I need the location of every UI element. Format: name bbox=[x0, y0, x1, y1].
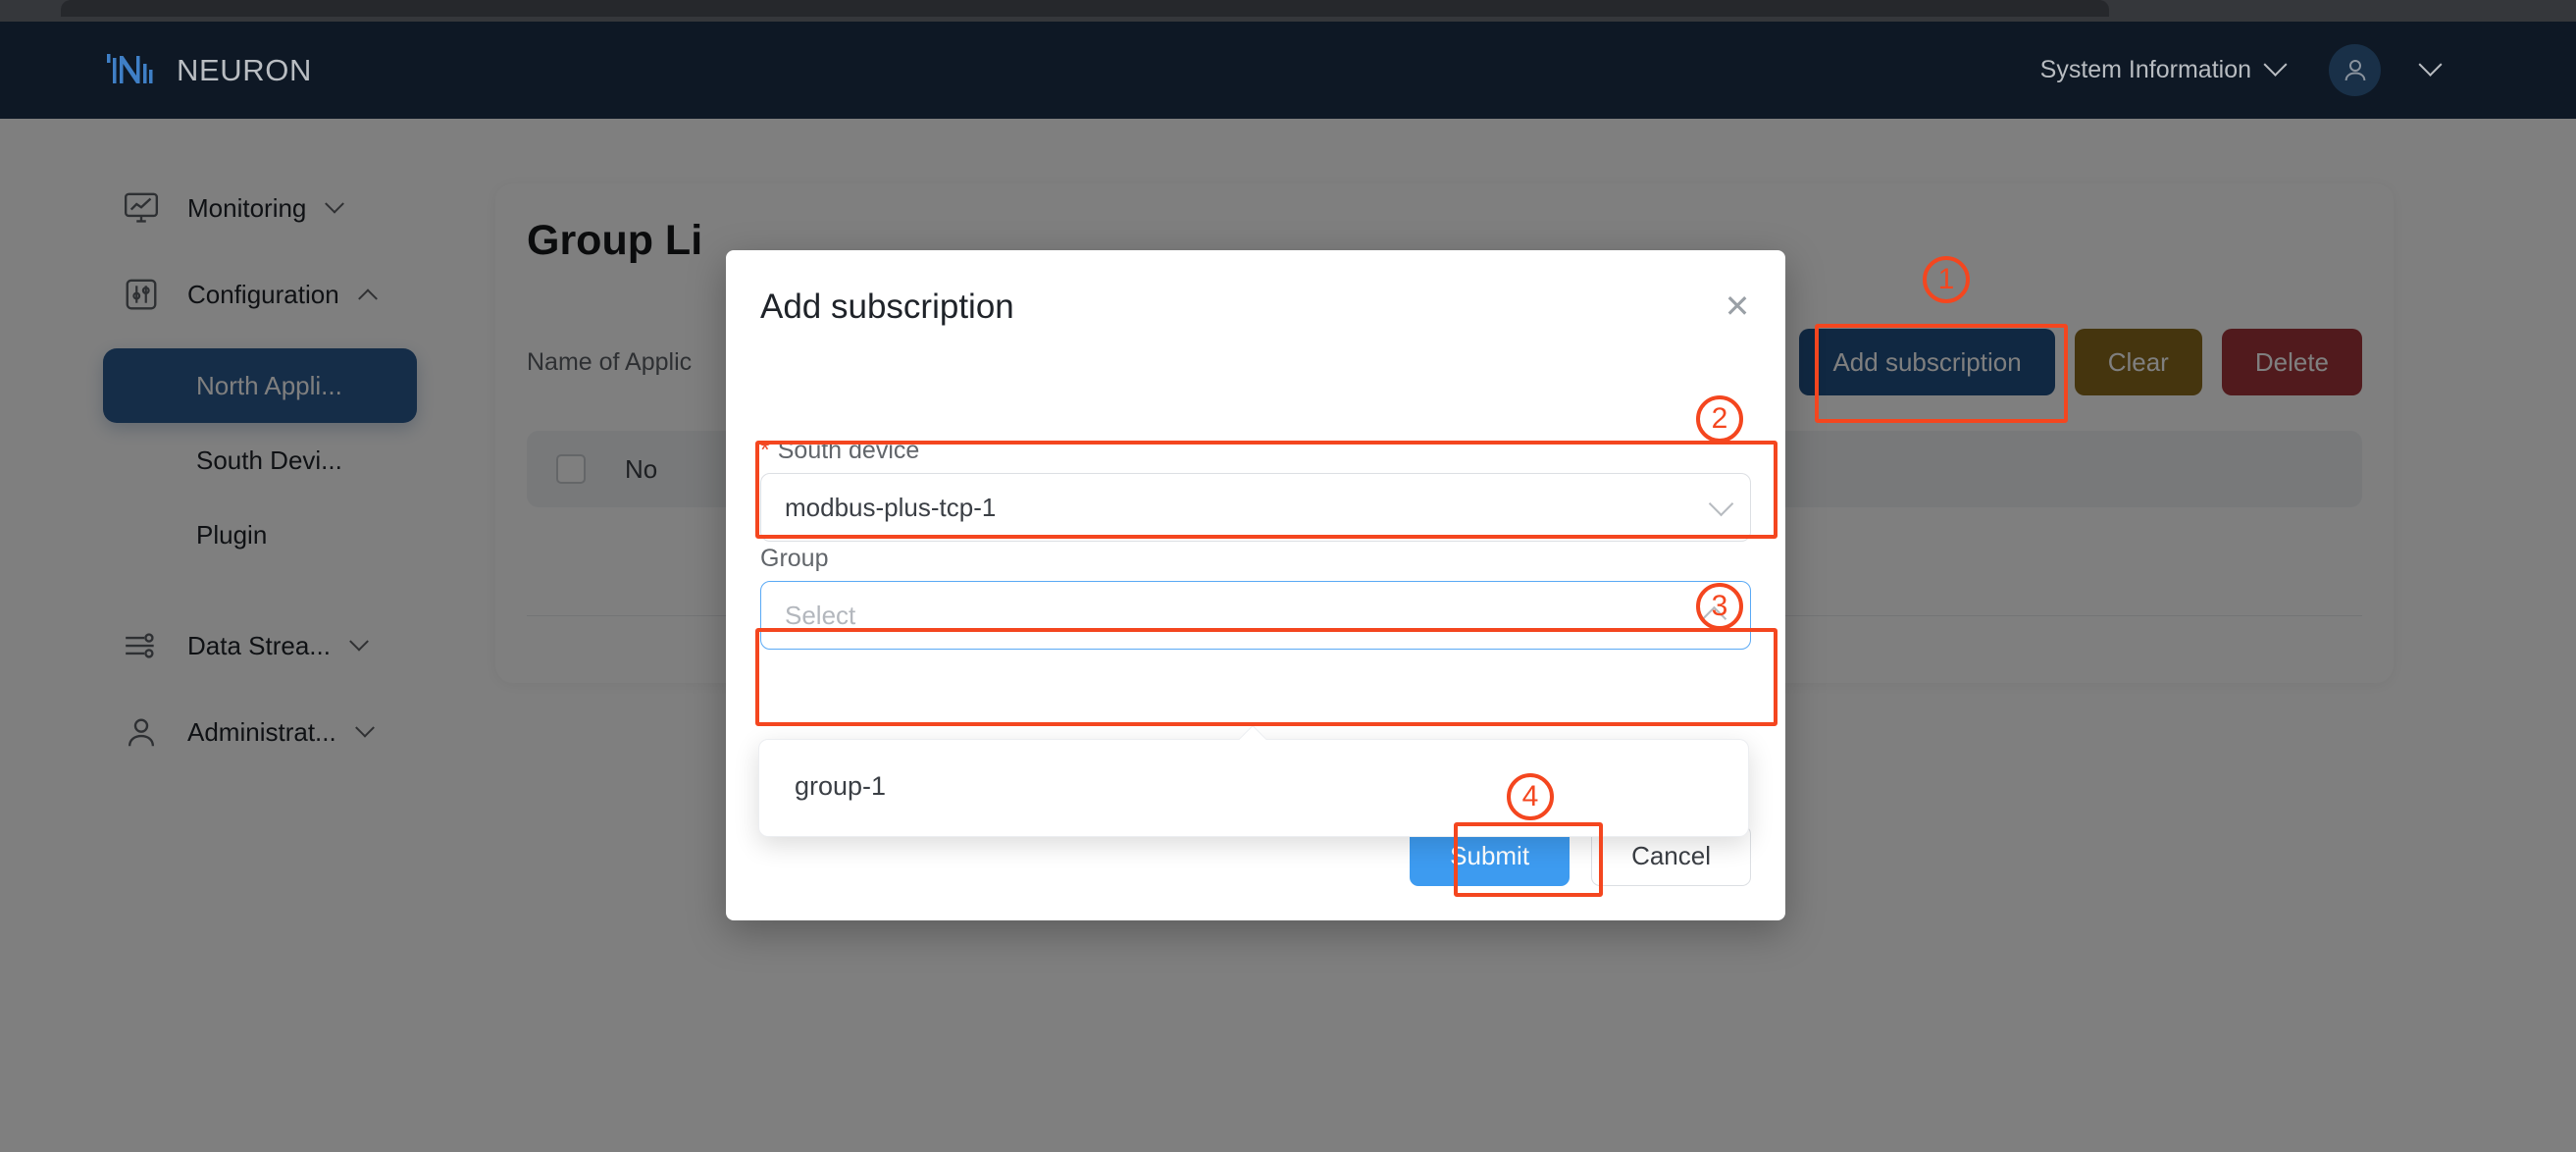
avatar[interactable] bbox=[2329, 44, 2381, 96]
app-header: NEURON System Information bbox=[0, 22, 2576, 119]
system-information-label: System Information bbox=[2039, 56, 2251, 83]
user-avatar-icon bbox=[2344, 59, 2365, 80]
dropdown-option-group-1[interactable]: group-1 bbox=[795, 771, 886, 802]
header-right: System Information bbox=[2039, 44, 2443, 96]
chevron-down-icon bbox=[2263, 52, 2288, 77]
system-information-menu[interactable]: System Information bbox=[2039, 52, 2288, 84]
dialog-title: Add subscription bbox=[760, 288, 1014, 326]
group-input-placeholder: Select bbox=[785, 600, 856, 630]
browser-tab[interactable] bbox=[61, 0, 2109, 17]
chevron-down-icon[interactable] bbox=[2418, 52, 2443, 77]
required-mark: * bbox=[760, 437, 770, 464]
south-device-select[interactable]: modbus-plus-tcp-1 bbox=[760, 473, 1751, 542]
neuron-logo-icon bbox=[107, 53, 153, 83]
brand-name: NEURON bbox=[177, 52, 312, 87]
chevron-down-icon bbox=[1708, 491, 1734, 517]
brand[interactable]: NEURON bbox=[106, 50, 312, 91]
group-label: Group bbox=[760, 545, 829, 572]
group-dropdown-panel: group-1 bbox=[758, 724, 1749, 837]
south-device-label: * South device bbox=[760, 437, 919, 465]
browser-chrome bbox=[0, 0, 2576, 22]
south-device-label-text: South device bbox=[777, 437, 920, 464]
chevron-up-icon bbox=[1701, 605, 1727, 632]
group-select[interactable]: Select bbox=[760, 581, 1751, 650]
south-device-value: modbus-plus-tcp-1 bbox=[785, 492, 997, 522]
close-icon[interactable]: ✕ bbox=[1721, 290, 1754, 325]
